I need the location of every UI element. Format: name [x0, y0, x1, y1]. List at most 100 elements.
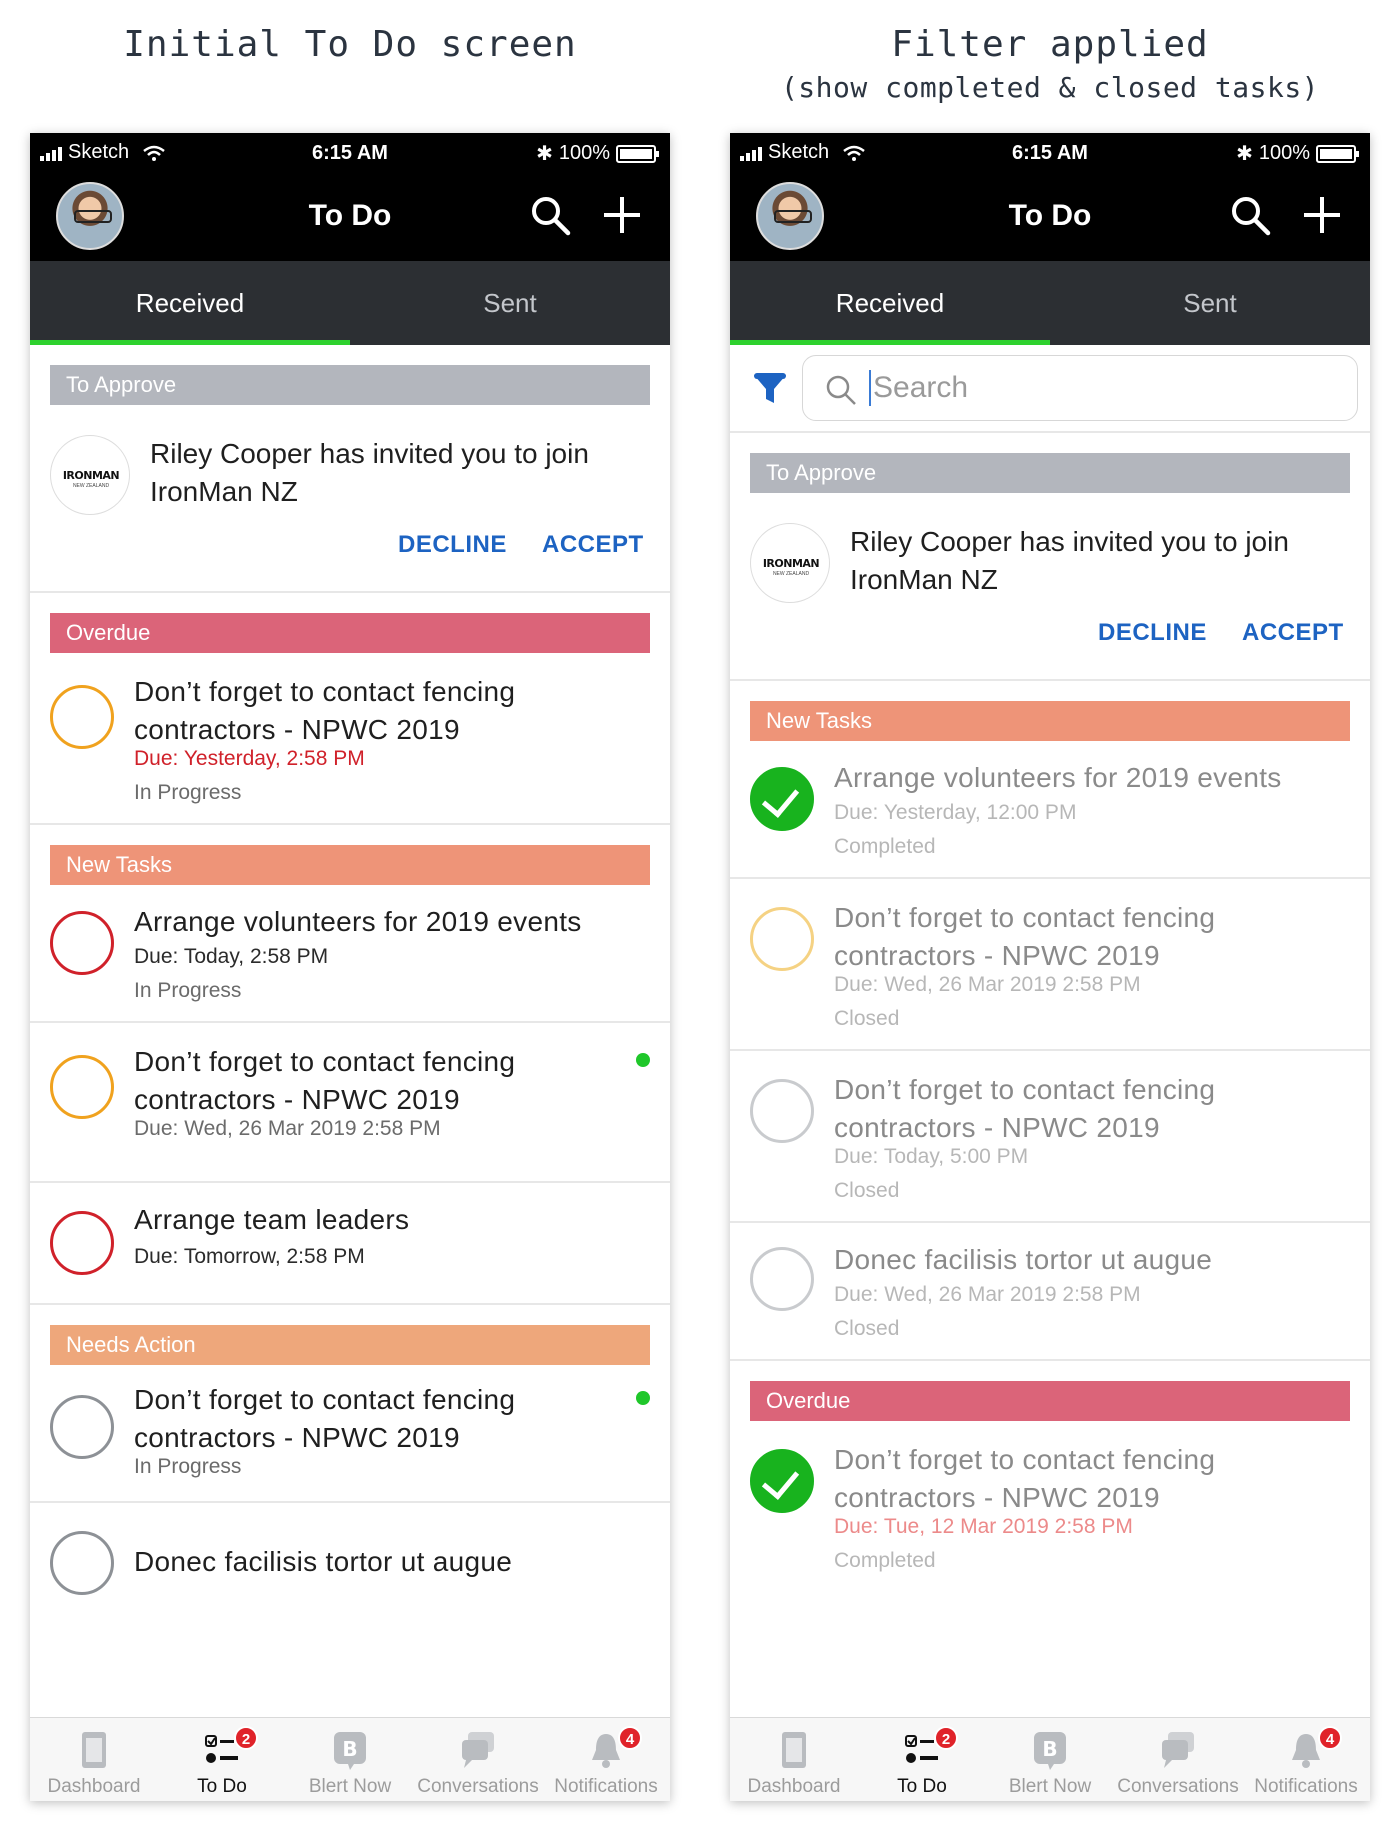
phone-filter-applied: Sketch 6:15 AM ✱ 100% To Do Received Sen…: [730, 133, 1370, 1801]
nav-bar: To Do: [30, 171, 670, 261]
task-row[interactable]: Don’t forget to contact fencing contract…: [30, 1023, 670, 1183]
task-title: Arrange volunteers for 2019 events: [834, 762, 1282, 793]
bottom-tab-bar: Dashboard 2 To Do B Blert Now Conversati…: [30, 1717, 670, 1801]
bottom-tab-bar: Dashboard 2 To Do B Blert Now Conversati…: [730, 1717, 1370, 1801]
accept-button[interactable]: ACCEPT: [542, 531, 644, 559]
task-due: Due: Tue, 12 Mar 2019 2:58 PM: [834, 1515, 1133, 1538]
svg-text:B: B: [1042, 1737, 1057, 1761]
invite-card: IRONMAN NEW ZEALAND Riley Cooper has invi…: [30, 405, 670, 593]
task-status: Completed: [834, 835, 936, 858]
task-status: Completed: [834, 1549, 936, 1572]
invite-card: IRONMAN NEW ZEALAND Riley Cooper has invi…: [730, 493, 1370, 681]
task-row[interactable]: Arrange team leaders Due: Tomorrow, 2:58…: [30, 1183, 670, 1305]
section-header-overdue: Overdue: [750, 1381, 1350, 1421]
unread-dot: [636, 1053, 650, 1067]
tab-todo[interactable]: 2 To Do: [858, 1718, 986, 1801]
checkmark-icon[interactable]: [750, 767, 814, 831]
task-row[interactable]: Donec facilisis tortor ut augue: [30, 1503, 670, 1613]
invite-message: Riley Cooper has invited you to join Iro…: [850, 523, 1342, 599]
plus-icon[interactable]: [602, 195, 642, 235]
search-icon[interactable]: [1228, 193, 1272, 237]
invite-text: has invited you to join: [319, 438, 589, 469]
task-title: Don’t forget to contact fencing contract…: [834, 1074, 1216, 1143]
task-due: Due: Wed, 26 Mar 2019 2:58 PM: [134, 1117, 441, 1140]
decline-button[interactable]: DECLINE: [398, 531, 507, 559]
bluetooth-icon: ✱: [1236, 143, 1253, 165]
status-circle-icon[interactable]: [50, 1531, 114, 1595]
section-header-new-tasks: New Tasks: [750, 701, 1350, 741]
phone-initial-screen: Sketch 6:15 AM ✱ 100% To Do Received Sen…: [30, 133, 670, 1801]
task-row[interactable]: Don’t forget to contact fencing contract…: [730, 879, 1370, 1051]
tab-notifications[interactable]: 4 Notifications: [542, 1718, 670, 1801]
task-title: Arrange team leaders: [134, 1204, 410, 1235]
tab-notifications[interactable]: 4 Notifications: [1242, 1718, 1370, 1801]
task-due: Due: Today, 5:00 PM: [834, 1145, 1029, 1168]
page-title: To Do: [308, 199, 392, 232]
status-circle-icon[interactable]: [750, 1247, 814, 1311]
task-title: Arrange volunteers for 2019 events: [134, 906, 582, 937]
search-icon[interactable]: [528, 193, 572, 237]
inviter-name: Riley Cooper: [150, 438, 312, 469]
tab-sent[interactable]: Sent: [350, 261, 670, 345]
section-header-overdue: Overdue: [50, 613, 650, 653]
svg-text:B: B: [342, 1737, 357, 1761]
battery-percent: 100%: [558, 142, 610, 164]
status-circle-icon[interactable]: [50, 685, 114, 749]
task-row[interactable]: Don’t forget to contact fencing contract…: [730, 1421, 1370, 1593]
tab-conversations[interactable]: Conversations: [414, 1718, 542, 1801]
tab-todo[interactable]: 2 To Do: [158, 1718, 286, 1801]
status-circle-icon[interactable]: [50, 911, 114, 975]
task-row[interactable]: Arrange volunteers for 2019 events Due: …: [730, 741, 1370, 879]
task-title: Don’t forget to contact fencing contract…: [134, 1046, 516, 1115]
status-circle-icon[interactable]: [50, 1211, 114, 1275]
tab-sent[interactable]: Sent: [1050, 261, 1370, 345]
task-row[interactable]: Arrange volunteers for 2019 events Due: …: [30, 885, 670, 1023]
task-row[interactable]: Donec facilisis tortor ut augue Due: Wed…: [730, 1223, 1370, 1361]
blert-icon: B: [334, 1732, 366, 1770]
plus-icon[interactable]: [1302, 195, 1342, 235]
unread-dot: [636, 1391, 650, 1405]
battery-percent: 100%: [1258, 142, 1310, 164]
conversations-icon: [462, 1732, 494, 1768]
text-caret: [869, 370, 871, 406]
task-status: In Progress: [134, 979, 242, 1002]
status-circle-icon[interactable]: [750, 907, 814, 971]
nav-bar: To Do: [730, 171, 1370, 261]
tab-conversations[interactable]: Conversations: [1114, 1718, 1242, 1801]
caption-left-title: Initial To Do screen: [123, 24, 577, 65]
status-circle-icon[interactable]: [50, 1055, 114, 1119]
caption-left: Initial To Do screen: [30, 24, 670, 65]
task-row[interactable]: Don’t forget to contact fencing contract…: [30, 653, 670, 825]
tab-dashboard[interactable]: Dashboard: [730, 1718, 858, 1801]
tab-blert-now[interactable]: B Blert Now: [986, 1718, 1114, 1801]
tab-received[interactable]: Received: [30, 261, 350, 345]
task-status: In Progress: [134, 781, 242, 804]
battery-icon: [616, 144, 659, 163]
status-circle-icon[interactable]: [50, 1395, 114, 1459]
checkmark-icon[interactable]: [750, 1449, 814, 1513]
tab-dashboard[interactable]: Dashboard: [30, 1718, 158, 1801]
task-row[interactable]: Don’t forget to contact fencing contract…: [730, 1051, 1370, 1223]
task-row[interactable]: Don’t forget to contact fencing contract…: [30, 1365, 670, 1503]
task-due: Due: Wed, 26 Mar 2019 2:58 PM: [834, 1283, 1141, 1306]
accept-button[interactable]: ACCEPT: [1242, 619, 1344, 647]
search-row: [730, 345, 1370, 433]
status-circle-icon[interactable]: [750, 1079, 814, 1143]
bluetooth-icon: ✱: [536, 143, 553, 165]
tab-blert-now[interactable]: B Blert Now: [286, 1718, 414, 1801]
search-icon: [826, 375, 856, 405]
section-header-needs-action: Needs Action: [50, 1325, 650, 1365]
todo-badge: 2: [234, 1726, 258, 1750]
tab-received[interactable]: Received: [730, 261, 1050, 345]
task-status: In Progress: [134, 1455, 242, 1478]
filter-icon[interactable]: [752, 371, 788, 407]
search-box[interactable]: [802, 355, 1358, 421]
decline-button[interactable]: DECLINE: [1098, 619, 1207, 647]
status-bar: Sketch 6:15 AM ✱ 100%: [30, 133, 670, 171]
task-due: Due: Tomorrow, 2:58 PM: [134, 1245, 365, 1268]
battery-icon: [1316, 144, 1359, 163]
search-input[interactable]: [873, 368, 1173, 408]
task-title: Donec facilisis tortor ut augue: [834, 1244, 1213, 1275]
task-status: Closed: [834, 1317, 900, 1340]
page-title: To Do: [1008, 199, 1092, 232]
